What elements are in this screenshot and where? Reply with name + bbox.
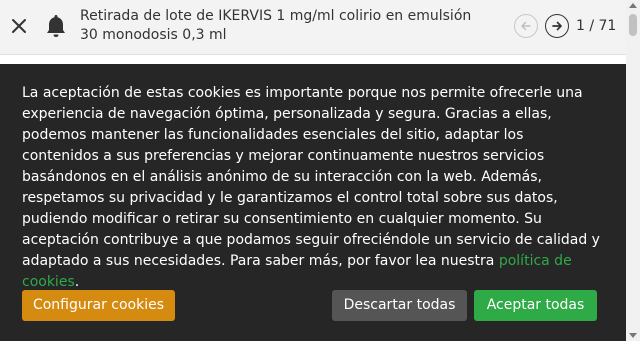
- scroll-thumb[interactable]: [629, 14, 637, 36]
- discard-all-button[interactable]: Descartar todas: [332, 290, 467, 321]
- notification-text[interactable]: Retirada de lote de IKERVIS 1 mg/ml coli…: [80, 7, 480, 45]
- cookie-banner-text: La aceptación de estas cookies es import…: [22, 83, 602, 293]
- bell-icon: [44, 13, 68, 39]
- arrow-left-icon[interactable]: [514, 14, 538, 38]
- page-counter: 1 / 71: [576, 18, 617, 34]
- scroll-down-arrow-icon[interactable]: [629, 333, 637, 338]
- cookie-banner: La aceptación de estas cookies es import…: [0, 64, 626, 341]
- accept-all-button[interactable]: Aceptar todas: [474, 290, 597, 321]
- configure-cookies-button[interactable]: Configurar cookies: [22, 290, 175, 321]
- scrollbar[interactable]: [626, 0, 640, 341]
- notification-bar: Retirada de lote de IKERVIS 1 mg/ml coli…: [0, 0, 626, 55]
- arrow-right-icon[interactable]: [545, 14, 569, 38]
- close-icon[interactable]: [8, 15, 30, 37]
- cookie-banner-body: La aceptación de estas cookies es import…: [22, 85, 600, 269]
- scroll-up-arrow-icon[interactable]: [629, 3, 637, 8]
- cookie-banner-suffix: .: [74, 274, 80, 290]
